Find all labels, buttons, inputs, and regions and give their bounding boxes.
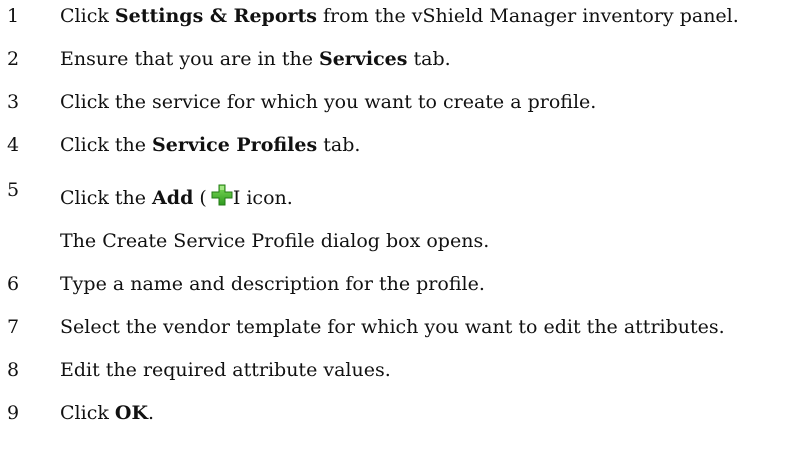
step-5-result: The Create Service Profile dialog box op… [0, 225, 792, 257]
step-9: 9 Click OK. [0, 397, 792, 429]
ui-term: Add [152, 187, 194, 209]
step-number: 9 [7, 402, 20, 424]
add-plus-icon [211, 184, 233, 206]
step-1: 1 Click Settings & Reports from the vShi… [0, 0, 792, 32]
step-5: 5 Click the Add ( I icon. [0, 179, 792, 214]
step-number: 8 [7, 359, 20, 381]
step-text: Ensure that you are in the Services tab. [60, 48, 451, 70]
step-2: 2 Ensure that you are in the Services ta… [0, 43, 792, 75]
step-result-text: The Create Service Profile dialog box op… [60, 230, 490, 252]
step-text: Type a name and description for the prof… [60, 273, 485, 295]
step-7: 7 Select the vendor template for which y… [0, 311, 792, 343]
ui-term: OK [114, 402, 148, 424]
step-3: 3 Click the service for which you want t… [0, 86, 792, 118]
step-number: 3 [7, 91, 20, 113]
step-4: 4 Click the Service Profiles tab. [0, 129, 792, 161]
step-text: Click the Add ( I icon. [60, 182, 293, 214]
step-number: 5 [7, 179, 20, 201]
step-number: 7 [7, 316, 20, 338]
step-text: Select the vendor template for which you… [60, 316, 725, 338]
ui-term: Services [319, 48, 408, 70]
ui-term: Settings & Reports [114, 5, 317, 27]
step-number: 1 [7, 5, 20, 27]
step-text: Edit the required attribute values. [60, 359, 391, 381]
step-text: Click OK. [60, 402, 155, 424]
step-8: 8 Edit the required attribute values. [0, 354, 792, 386]
ui-term: Service Profiles [152, 134, 318, 156]
step-6: 6 Type a name and description for the pr… [0, 268, 792, 300]
step-text: Click the service for which you want to … [60, 91, 597, 113]
step-number: 4 [7, 134, 20, 156]
step-number: 2 [7, 48, 20, 70]
step-text: Click Settings & Reports from the vShiel… [60, 5, 739, 27]
step-number: 6 [7, 273, 20, 295]
step-text: Click the Service Profiles tab. [60, 134, 361, 156]
